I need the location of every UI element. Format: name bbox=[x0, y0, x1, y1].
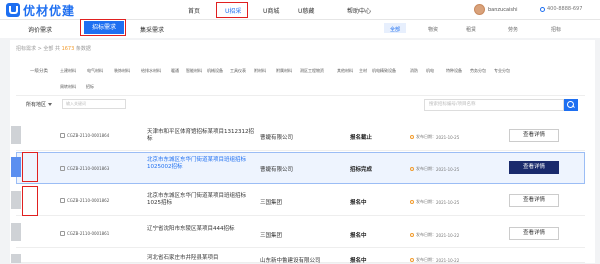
row-title[interactable]: 北京市东城区东华门街道某项目班组招标1025002招标 bbox=[147, 157, 257, 171]
brand-name: 优材优建 bbox=[23, 3, 76, 18]
user-menu[interactable]: banzucaishi bbox=[474, 4, 518, 15]
filter-item[interactable]: 机电精致设备 bbox=[372, 68, 396, 74]
breadcrumb-path: 招标需求 > 全部 共 bbox=[16, 46, 60, 52]
row-status: 报名截止 bbox=[350, 135, 373, 141]
tab-inquiry[interactable]: 询价需求 bbox=[28, 25, 52, 34]
filter-item[interactable]: 其他材料 bbox=[337, 68, 353, 74]
document-icon bbox=[60, 133, 65, 138]
row-company: 三国集团 bbox=[260, 200, 283, 206]
row-company: 三国集团 bbox=[260, 233, 283, 239]
filter-item[interactable]: 劳务分包 bbox=[470, 68, 486, 74]
filter-item[interactable]: 工具仪表 bbox=[230, 68, 246, 74]
filter-item[interactable]: 招标 bbox=[86, 84, 94, 90]
region-select[interactable]: 所有地区 bbox=[26, 101, 53, 108]
logo-icon bbox=[6, 3, 20, 17]
result-suffix: 条数据 bbox=[75, 46, 91, 52]
filter-divider bbox=[16, 95, 585, 96]
logo[interactable]: 优材优建 bbox=[6, 2, 75, 18]
filter-item[interactable]: 周转材料 bbox=[60, 84, 76, 90]
filter-item[interactable]: 主材 bbox=[359, 68, 367, 74]
tab-group-purchase[interactable]: 集采需求 bbox=[140, 25, 164, 34]
nav-item-home[interactable]: 首页 bbox=[188, 6, 200, 15]
category-labor[interactable]: 劳务 bbox=[508, 26, 518, 33]
result-count: 1673 bbox=[61, 46, 75, 52]
category-materials[interactable]: 物资 bbox=[428, 26, 438, 33]
nav-item-cangcang[interactable]: U慈藏 bbox=[298, 6, 314, 15]
clock-icon bbox=[410, 200, 414, 204]
row-status: 报名中 bbox=[350, 233, 367, 239]
row-code: CGZB-2110-0001863 bbox=[60, 166, 109, 171]
annotation-row-marker bbox=[22, 186, 38, 216]
row-marker bbox=[11, 157, 21, 177]
filter-item[interactable]: 专业分包 bbox=[494, 68, 510, 74]
filter-item[interactable]: 给排水材料 bbox=[141, 68, 161, 74]
filter-item[interactable]: 测区工程物资 bbox=[300, 68, 324, 74]
category-tender[interactable]: 招标 bbox=[551, 26, 561, 33]
filter-item[interactable]: 附材料 bbox=[254, 68, 266, 74]
category-all[interactable]: 全部 bbox=[390, 26, 400, 33]
row-marker bbox=[11, 223, 21, 241]
filter-item[interactable]: 智能材料 bbox=[186, 68, 202, 74]
clock-icon bbox=[410, 233, 414, 237]
annotation-tab-highlight bbox=[80, 19, 126, 36]
document-icon bbox=[60, 166, 65, 171]
nav-item-help[interactable]: 帮助中心 bbox=[347, 6, 371, 15]
category-leasing[interactable]: 租赁 bbox=[466, 26, 476, 33]
keyword-input[interactable]: 输入关键词 bbox=[62, 99, 126, 109]
row-date: 发布日期： 2021-10-25 bbox=[410, 134, 459, 140]
filter-item[interactable]: 土建材料 bbox=[60, 68, 76, 74]
row-status: 报名中 bbox=[350, 200, 367, 206]
row-date: 发布日期： 2021-10-22 bbox=[410, 257, 459, 263]
top-bar: 优材优建 首页 U招采 U商城 U慈藏 帮助中心 banzucaishi 400… bbox=[0, 0, 600, 20]
filter-label: 一级分类 bbox=[30, 69, 48, 74]
row-title[interactable]: 天津市和平区体育馆招标某项目1312312招标 bbox=[147, 129, 257, 143]
row-marker bbox=[11, 191, 21, 209]
breadcrumb: 招标需求 > 全部 共 1673 条数据 bbox=[16, 45, 91, 52]
row-company: 曹婕有限公司 bbox=[260, 135, 294, 141]
filter-item[interactable]: 机电 bbox=[426, 68, 434, 74]
row-date: 发布日期： 2021-10-25 bbox=[410, 199, 459, 205]
row-marker bbox=[11, 254, 21, 263]
view-details-button[interactable]: 查看详情 bbox=[509, 129, 559, 142]
row-code: CGZB-2110-0001864 bbox=[60, 133, 109, 138]
row-date: 发布日期： 2021-10-25 bbox=[410, 166, 459, 172]
filter-item[interactable]: 机械设备 bbox=[207, 68, 223, 74]
row-title[interactable]: 辽宁省沈阳市东陵区某项目444招标 bbox=[147, 226, 257, 233]
annotation-row-marker bbox=[22, 152, 38, 182]
row-code: CGZB-2110-0001861 bbox=[60, 231, 109, 236]
row-company: 曹婕有限公司 bbox=[260, 167, 294, 173]
filter-item[interactable]: 消防 bbox=[410, 68, 418, 74]
row-marker bbox=[11, 126, 21, 144]
search-input[interactable]: 搜索招标编号/项目名称 bbox=[424, 99, 564, 111]
filter-item[interactable]: 特种设备 bbox=[446, 68, 462, 74]
hotline-number: 400-8888-697 bbox=[547, 6, 583, 12]
filter-item[interactable]: 暖通 bbox=[171, 68, 179, 74]
nav-item-mall[interactable]: U商城 bbox=[263, 6, 279, 15]
avatar bbox=[474, 4, 485, 15]
chevron-down-icon bbox=[48, 103, 53, 106]
document-icon bbox=[60, 231, 65, 236]
view-details-button[interactable]: 查看详情 bbox=[509, 227, 559, 240]
annotation-nav-highlight bbox=[216, 2, 248, 18]
row-status: 招标完成 bbox=[350, 167, 373, 173]
region-select-value: 所有地区 bbox=[26, 102, 47, 108]
clock-icon bbox=[410, 258, 414, 262]
hotline: 400-8888-697 bbox=[540, 6, 582, 12]
view-details-button[interactable]: 查看详情 bbox=[509, 161, 559, 174]
clock-icon bbox=[410, 135, 414, 139]
row-title[interactable]: 河北省石家庄市井陉县某项目 bbox=[147, 255, 257, 262]
document-icon bbox=[60, 198, 65, 203]
row-code: CGZB-2110-0001862 bbox=[60, 198, 109, 203]
phone-icon bbox=[540, 6, 545, 12]
filter-item[interactable]: 附属材料 bbox=[276, 68, 292, 74]
row-date: 发布日期： 2021-10-22 bbox=[410, 232, 459, 238]
clock-icon bbox=[410, 167, 414, 171]
view-details-button[interactable]: 查看详情 bbox=[509, 194, 559, 207]
row-title[interactable]: 北京市东城区东华门街道某项目班组招标1025招标 bbox=[147, 193, 257, 207]
filter-item[interactable]: 装饰材料 bbox=[114, 68, 130, 74]
filter-item[interactable]: 电气材料 bbox=[87, 68, 103, 74]
search-button[interactable] bbox=[564, 99, 578, 111]
user-name: banzucaishi bbox=[488, 6, 518, 13]
